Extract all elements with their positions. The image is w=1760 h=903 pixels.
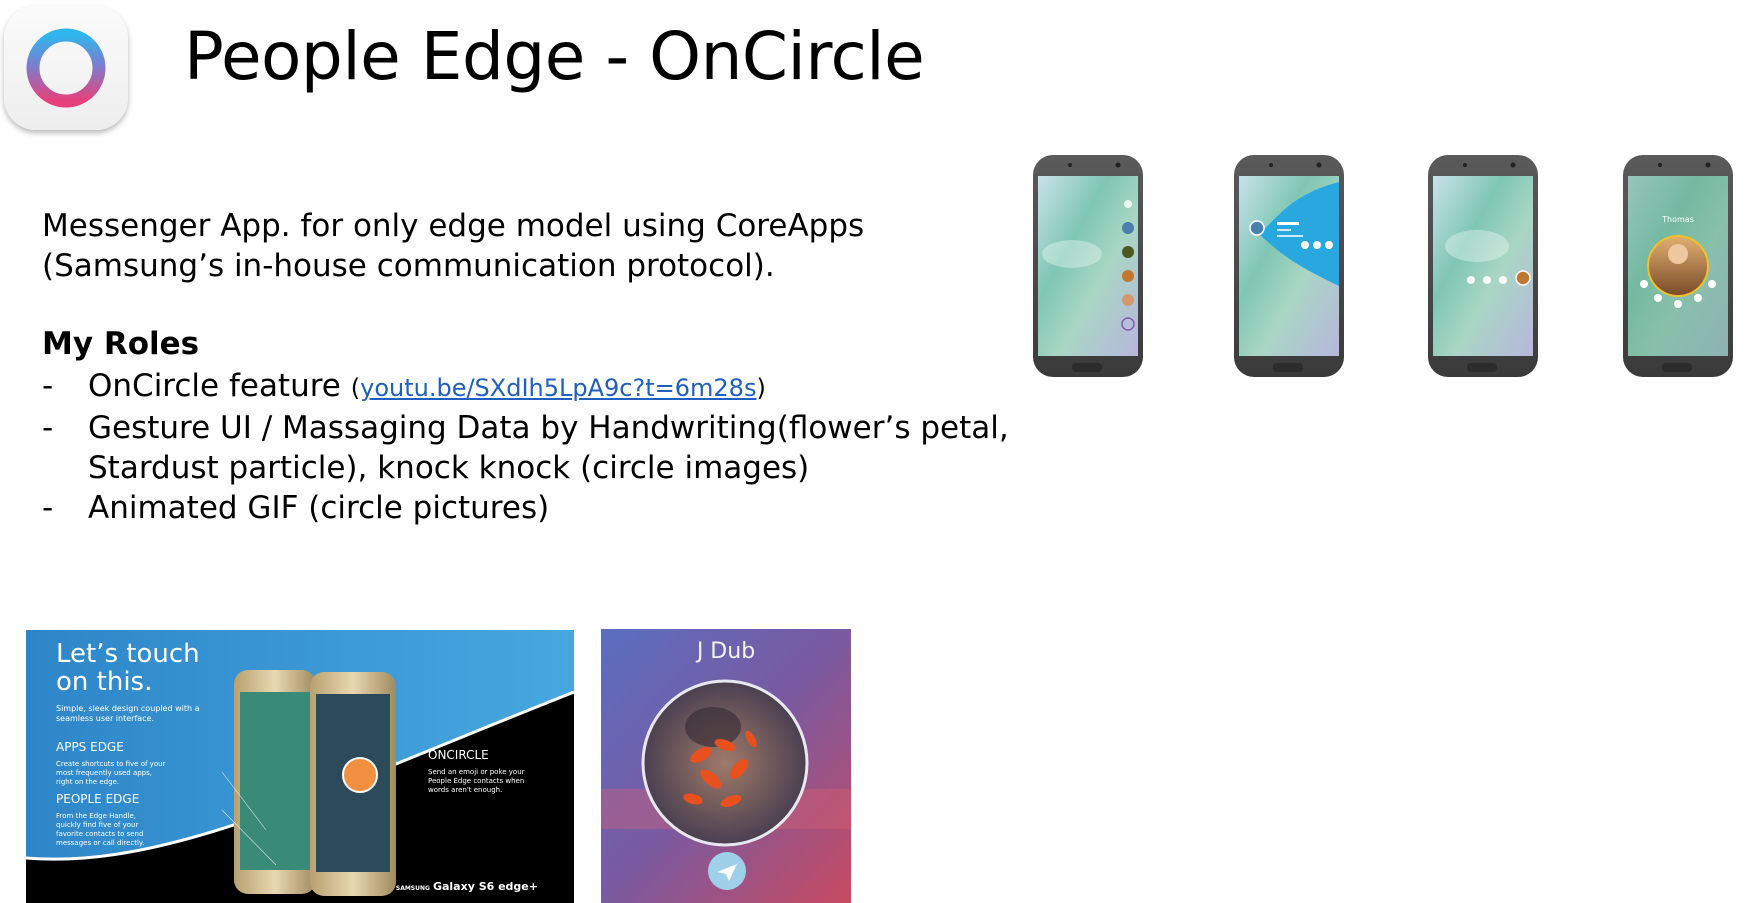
ring-logo-icon xyxy=(26,28,106,108)
role-text-continuation: Stardust particle), knock knock (circle … xyxy=(88,450,810,486)
samsung-wordmark: SAMSUNG xyxy=(395,885,430,892)
roles-list: - OnCircle feature (youtu.be/SXdIh5LpA9c… xyxy=(42,366,1009,528)
phone-contact-name: Thomas xyxy=(1661,215,1694,224)
page-title: People Edge - OnCircle xyxy=(184,18,925,95)
people-edge-text: From the Edge Handle, quickly find five … xyxy=(56,812,145,847)
oncircle-app-icon xyxy=(4,6,128,130)
roles-heading: My Roles xyxy=(42,326,200,362)
galaxy-model-name: Galaxy S6 edge+ xyxy=(432,880,538,893)
role-text: OnCircle feature xyxy=(88,368,341,404)
role-text: Animated GIF (circle pictures) xyxy=(88,490,550,526)
galaxy-s6-edge-promo-banner: Let’s touch on this. Simple, sleek desig… xyxy=(26,630,574,903)
promo-subtitle: Simple, sleek design coupled with a seam… xyxy=(56,704,200,723)
promo-headline-line-2: on this. xyxy=(56,667,153,697)
phone-mockup-3 xyxy=(1428,155,1538,377)
oncircle-title: ONCIRCLE xyxy=(428,748,489,762)
people-edge-title: PEOPLE EDGE xyxy=(56,792,140,806)
role-item: - OnCircle feature (youtu.be/SXdIh5LpA9c… xyxy=(42,366,1009,408)
description-line-1: Messenger App. for only edge model using… xyxy=(42,208,865,244)
phone-mockup-1 xyxy=(1033,155,1143,377)
role-text: Gesture UI / Massaging Data by Handwriti… xyxy=(88,410,1009,446)
jdub-circle-picture: J Dub xyxy=(601,629,851,903)
contact-name: J Dub xyxy=(696,639,756,664)
link-close-paren: ) xyxy=(756,374,766,402)
galaxy-brand-logo: SAMSUNG Galaxy S6 edge+ xyxy=(396,880,538,893)
apps-edge-title: APPS EDGE xyxy=(56,740,124,754)
role-item: - Animated GIF (circle pictures) xyxy=(42,488,1009,528)
role-bullet: - xyxy=(42,410,54,446)
phone-mockup-4: Thomas xyxy=(1623,155,1733,377)
role-bullet: - xyxy=(42,490,54,526)
promo-headline-line-1: Let’s touch xyxy=(56,639,200,669)
youtube-link[interactable]: youtu.be/SXdIh5LpA9c?t=6m28s xyxy=(360,374,756,402)
description-line-2: (Samsung’s in-house communication protoc… xyxy=(42,248,775,284)
app-description: Messenger App. for only edge model using… xyxy=(42,206,864,286)
jdub-background-image xyxy=(601,629,851,903)
role-bullet: - xyxy=(42,368,54,404)
link-open-paren: ( xyxy=(350,374,361,402)
role-link-wrapper: (youtu.be/SXdIh5LpA9c?t=6m28s) xyxy=(351,374,766,402)
apps-edge-text: Create shortcuts to five of your most fr… xyxy=(56,760,166,786)
oncircle-text: Send an emoji or poke your People Edge c… xyxy=(428,768,525,794)
promo-headline: Let’s touch on this. xyxy=(56,640,200,696)
role-item: - Gesture UI / Massaging Data by Handwri… xyxy=(42,408,1009,488)
phone-mockup-2 xyxy=(1234,155,1344,377)
